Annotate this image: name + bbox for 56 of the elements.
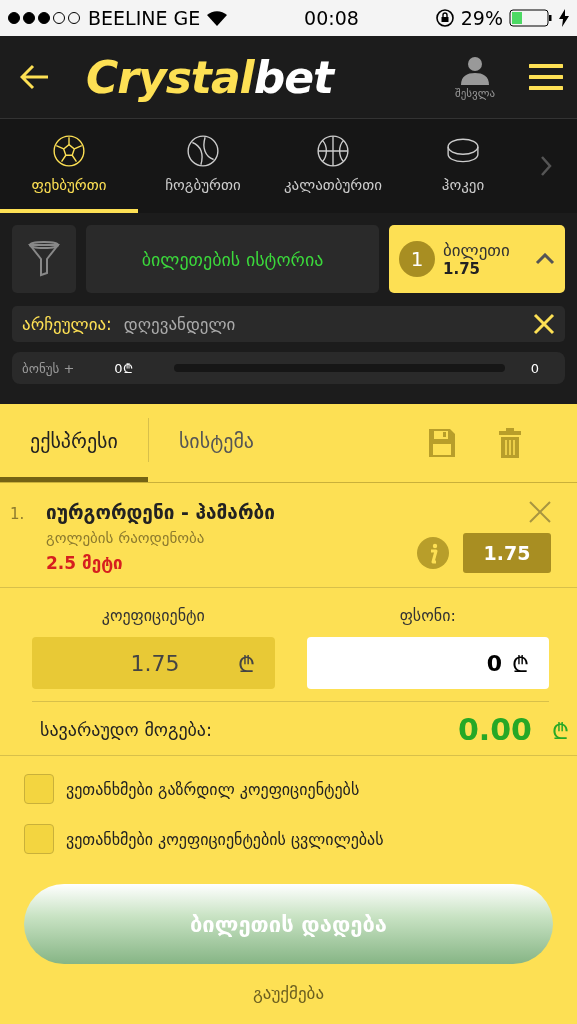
back-arrow-icon[interactable] — [20, 64, 50, 90]
filter-value: დღევანდელი — [123, 314, 237, 334]
bonus-count: 0 — [530, 360, 539, 376]
carrier-name: BEELINE GE — [88, 7, 201, 29]
sport-tab[interactable]: კალათბურთი — [268, 119, 398, 213]
checkbox-label[interactable]: ვეთანხმები კოეფიციენტების ცვლილებას — [66, 829, 384, 849]
ticket-odds: 1.75 — [443, 260, 480, 278]
rotation-lock-icon — [434, 8, 455, 28]
checkbox-label[interactable]: ვეთანხმები გაზრდილ კოეფიციენტებს — [66, 779, 360, 799]
checkbox[interactable] — [24, 824, 54, 854]
sport-tab[interactable]: ჰოკეი — [398, 119, 528, 213]
logo[interactable]: Crystalbet — [86, 51, 334, 103]
bet-number: 1. — [10, 504, 26, 525]
ticket-count: 1 — [399, 241, 435, 277]
cancel-link[interactable]: გაუქმება — [246, 982, 331, 1004]
battery-percent: 29% — [460, 7, 503, 29]
ticket-button[interactable]: 1 ბილეთი 1.75 — [389, 225, 565, 293]
potential-win-value: 0.00 — [457, 712, 532, 747]
ball-icon — [52, 134, 86, 168]
save-icon[interactable] — [429, 429, 455, 457]
funnel-icon — [28, 241, 60, 277]
sport-tab[interactable]: ფეხბურთი — [0, 119, 138, 213]
bet-pick: 2.5 მეტი — [46, 553, 124, 573]
bonus-amount: 0₾ — [114, 360, 134, 377]
potential-win-label: სავარაუდო მოგება: — [40, 719, 214, 740]
user-icon[interactable] — [460, 54, 490, 85]
ticket-history-button[interactable]: ბილეთების ისტორია — [86, 225, 379, 293]
info-icon[interactable] — [417, 537, 449, 569]
ball-icon — [186, 134, 220, 168]
stake-input-field[interactable]: 0 ₾ — [306, 637, 549, 689]
odds-field: 1.75 ₾ — [32, 637, 275, 689]
sport-tab[interactable]: ჩოგბურთი — [138, 119, 268, 213]
currency-sign: ₾ — [552, 717, 569, 745]
ball-icon — [316, 134, 350, 168]
match-name: იურგორდენი - ჰამარბი — [46, 501, 276, 523]
odds-badge: 1.75 — [463, 533, 551, 573]
slip-tab[interactable]: სისტემა — [148, 404, 284, 482]
clock-time: 00:08 — [304, 7, 359, 29]
login-label[interactable]: შესვლა — [455, 86, 495, 100]
checkbox[interactable] — [24, 774, 54, 804]
menu-icon[interactable] — [529, 63, 563, 91]
filter-button[interactable] — [12, 225, 76, 293]
wifi-icon — [206, 10, 229, 26]
slip-tab[interactable]: ექსპრესი — [0, 404, 148, 482]
odds-label: კოეფიციენტი — [101, 606, 205, 625]
ticket-label: ბილეთი — [443, 240, 510, 260]
signal-icon — [8, 12, 82, 24]
bonus-label: ბონუს + — [22, 360, 75, 376]
filter-label: არჩეულია: — [22, 314, 112, 334]
chevron-right-icon[interactable] — [540, 155, 552, 177]
stake-label: ფსონი: — [399, 606, 456, 625]
charging-icon — [559, 9, 569, 27]
chevron-up-icon — [535, 253, 555, 265]
market-name: გოლების რაოდენობა — [46, 529, 206, 547]
battery-icon — [509, 9, 553, 27]
trash-icon[interactable] — [499, 428, 521, 458]
